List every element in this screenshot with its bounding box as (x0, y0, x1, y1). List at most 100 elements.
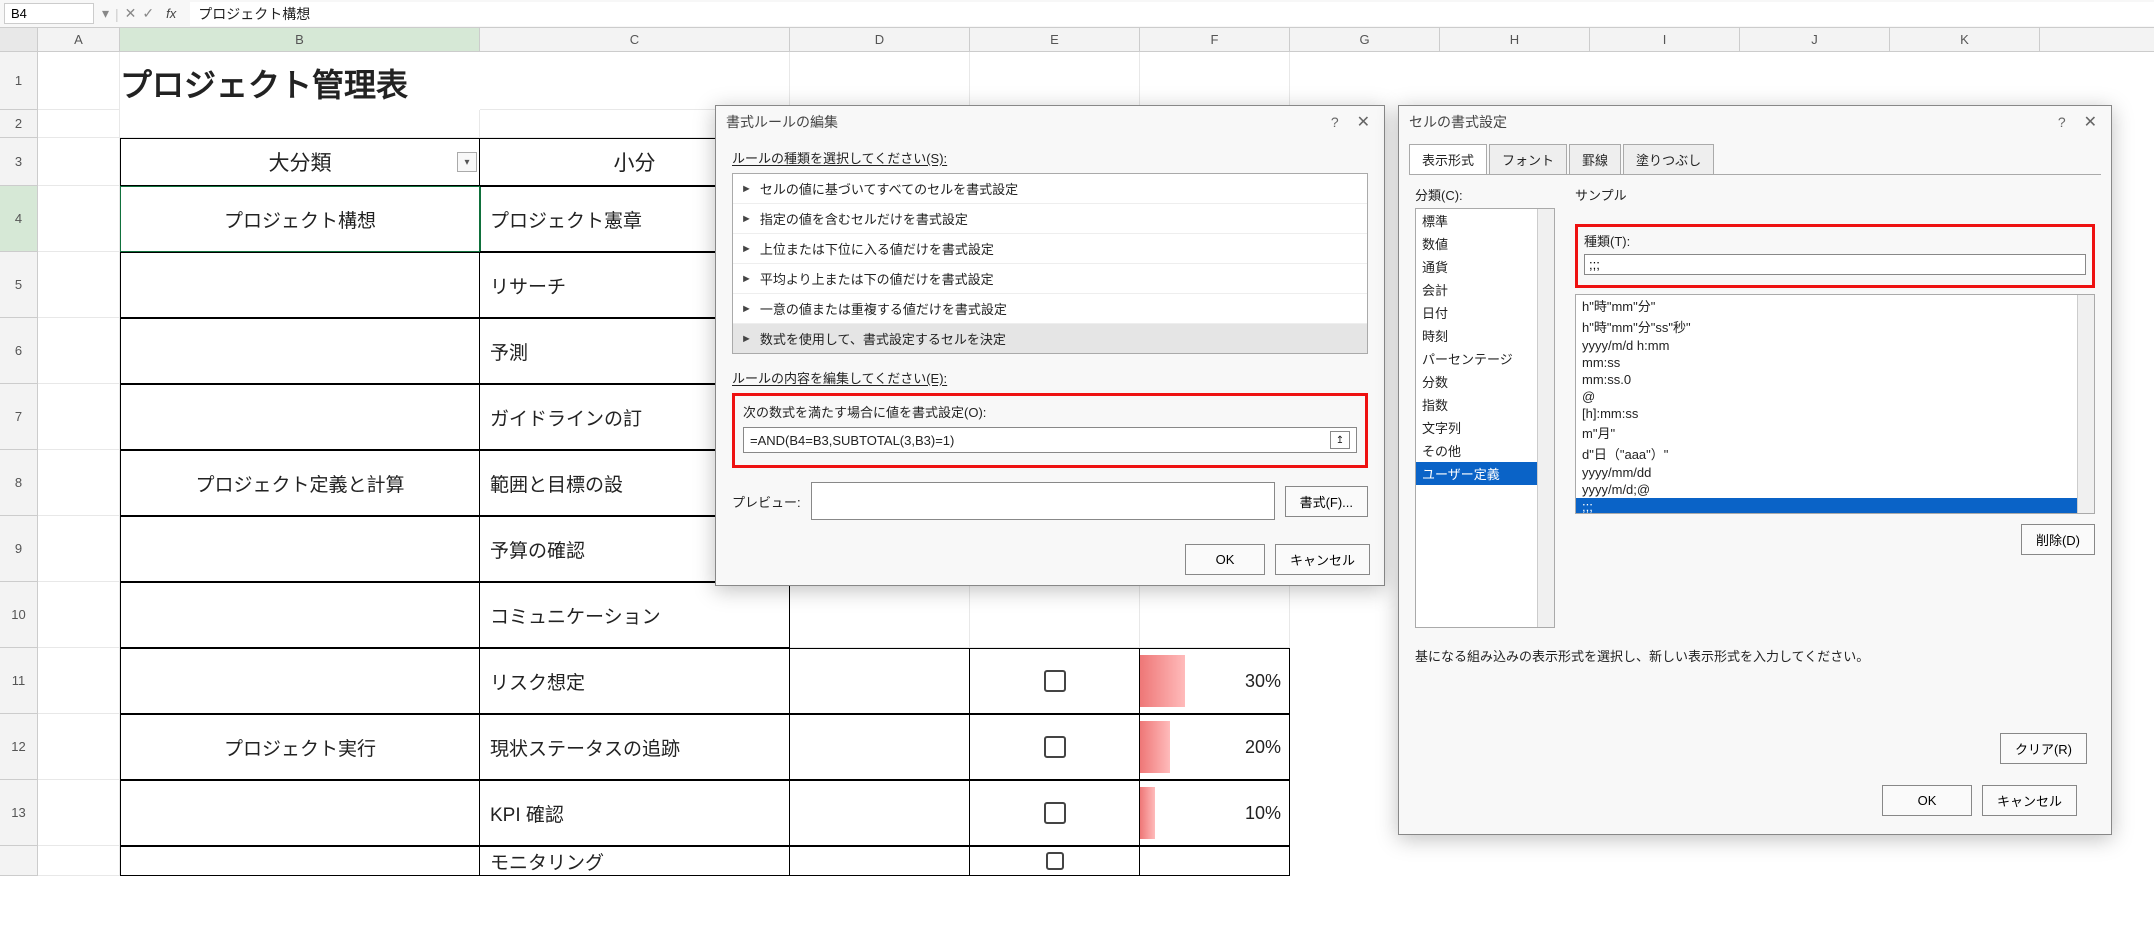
cell-C12[interactable]: 現状ステータスの追跡 (480, 714, 790, 780)
cell-B2[interactable] (120, 110, 480, 138)
rule-type-item[interactable]: ►指定の値を含むセルだけを書式設定 (733, 204, 1367, 234)
cell-B9[interactable] (120, 516, 480, 582)
confirm-icon[interactable]: ✓ (142, 5, 154, 22)
formula-input[interactable]: プロジェクト構想 (190, 2, 2154, 26)
cell-F14[interactable] (1140, 846, 1290, 876)
cell-A8[interactable] (38, 450, 120, 516)
cell-D1[interactable] (790, 52, 970, 110)
row-header-9[interactable]: 9 (0, 516, 38, 582)
type-list[interactable]: h"時"mm"分" h"時"mm"分"ss"秒" yyyy/m/d h:mm m… (1575, 294, 2095, 514)
row-header-14[interactable] (0, 846, 38, 876)
row-header-1[interactable]: 1 (0, 52, 38, 110)
scrollbar[interactable] (2077, 295, 2094, 513)
scrollbar[interactable] (1537, 209, 1554, 627)
fx-icon[interactable]: fx (166, 6, 176, 21)
rule-type-item[interactable]: ►平均より上または下の値だけを書式設定 (733, 264, 1367, 294)
type-item[interactable]: m"月" (1576, 422, 2094, 443)
rule-type-item[interactable]: ►上位または下位に入る値だけを書式設定 (733, 234, 1367, 264)
cancel-icon[interactable]: ✕ (125, 5, 137, 22)
cell-E12[interactable] (970, 714, 1140, 780)
col-header-A[interactable]: A (38, 28, 120, 51)
cell-C10[interactable]: コミュニケーション (480, 582, 790, 648)
cell-C14[interactable]: モニタリング (480, 846, 790, 876)
type-item[interactable]: yyyy/m/d h:mm (1576, 337, 2094, 354)
close-icon[interactable]: ✕ (2080, 114, 2101, 131)
clear-button[interactable]: クリア(R) (2000, 733, 2087, 764)
cell-A9[interactable] (38, 516, 120, 582)
cell-A2[interactable] (38, 110, 120, 138)
cell-B5[interactable] (120, 252, 480, 318)
category-item[interactable]: ユーザー定義 (1416, 462, 1554, 485)
cell-B6[interactable] (120, 318, 480, 384)
type-item[interactable]: ;;; (1576, 498, 2094, 514)
cell-A7[interactable] (38, 384, 120, 450)
cell-B10[interactable] (120, 582, 480, 648)
cell-D10[interactable] (790, 582, 970, 648)
cell-B8[interactable]: プロジェクト定義と計算 (120, 450, 480, 516)
checkbox-icon[interactable] (1044, 670, 1066, 692)
col-header-G[interactable]: G (1290, 28, 1440, 51)
filter-dropdown-icon[interactable]: ▾ (457, 152, 477, 172)
category-item[interactable]: 通貨 (1416, 255, 1554, 278)
cell-A4[interactable] (38, 186, 120, 252)
type-item[interactable]: [h]:mm:ss (1576, 405, 2094, 422)
cell-reference-input[interactable] (4, 3, 94, 24)
cell-A6[interactable] (38, 318, 120, 384)
cell-B12[interactable]: プロジェクト実行 (120, 714, 480, 780)
type-input[interactable] (1584, 254, 2086, 275)
cell-A10[interactable] (38, 582, 120, 648)
cell-B7[interactable] (120, 384, 480, 450)
rule-type-item[interactable]: ►一意の値または重複する値だけを書式設定 (733, 294, 1367, 324)
category-item[interactable]: 会計 (1416, 278, 1554, 301)
cell-D12[interactable] (790, 714, 970, 780)
category-item[interactable]: 文字列 (1416, 416, 1554, 439)
cell-B1[interactable]: プロジェクト管理表 (120, 52, 480, 110)
row-header-4[interactable]: 4 (0, 186, 38, 252)
dialog-titlebar[interactable]: 書式ルールの編集 ? ✕ (716, 106, 1384, 138)
cell-F13[interactable]: 10% (1140, 780, 1290, 846)
checkbox-icon[interactable] (1044, 736, 1066, 758)
cell-D14[interactable] (790, 846, 970, 876)
ok-button[interactable]: OK (1882, 785, 1972, 816)
category-item[interactable]: 日付 (1416, 301, 1554, 324)
cell-B13[interactable] (120, 780, 480, 846)
row-header-5[interactable]: 5 (0, 252, 38, 318)
cell-F1[interactable] (1140, 52, 1290, 110)
cell-E14[interactable] (970, 846, 1140, 876)
cell-B3[interactable]: 大分類 ▾ (120, 138, 480, 186)
cell-C1[interactable] (480, 52, 790, 110)
row-header-3[interactable]: 3 (0, 138, 38, 186)
type-item[interactable]: @ (1576, 388, 2094, 405)
type-item[interactable]: mm:ss.0 (1576, 371, 2094, 388)
type-item[interactable]: yyyy/m/d;@ (1576, 481, 2094, 498)
col-header-H[interactable]: H (1440, 28, 1590, 51)
col-header-I[interactable]: I (1590, 28, 1740, 51)
checkbox-icon[interactable] (1046, 852, 1064, 870)
cell-A3[interactable] (38, 138, 120, 186)
dialog-titlebar[interactable]: セルの書式設定 ? ✕ (1399, 106, 2111, 138)
category-item[interactable]: 分数 (1416, 370, 1554, 393)
category-item[interactable]: 指数 (1416, 393, 1554, 416)
cell-A13[interactable] (38, 780, 120, 846)
cell-A5[interactable] (38, 252, 120, 318)
row-header-6[interactable]: 6 (0, 318, 38, 384)
cell-A1[interactable] (38, 52, 120, 110)
type-item[interactable]: h"時"mm"分"ss"秒" (1576, 316, 2094, 337)
row-header-10[interactable]: 10 (0, 582, 38, 648)
category-item[interactable]: 時刻 (1416, 324, 1554, 347)
cell-D13[interactable] (790, 780, 970, 846)
row-header-12[interactable]: 12 (0, 714, 38, 780)
range-picker-icon[interactable]: ↥ (1330, 431, 1350, 449)
category-item[interactable]: パーセンテージ (1416, 347, 1554, 370)
ok-button[interactable]: OK (1185, 544, 1265, 575)
type-item[interactable]: h"時"mm"分" (1576, 295, 2094, 316)
checkbox-icon[interactable] (1044, 802, 1066, 824)
format-button[interactable]: 書式(F)... (1285, 486, 1368, 517)
cell-B11[interactable] (120, 648, 480, 714)
col-header-J[interactable]: J (1740, 28, 1890, 51)
row-header-13[interactable]: 13 (0, 780, 38, 846)
cell-B14[interactable] (120, 846, 480, 876)
help-icon[interactable]: ? (1331, 114, 1339, 130)
cell-C11[interactable]: リスク想定 (480, 648, 790, 714)
cell-E11[interactable] (970, 648, 1140, 714)
